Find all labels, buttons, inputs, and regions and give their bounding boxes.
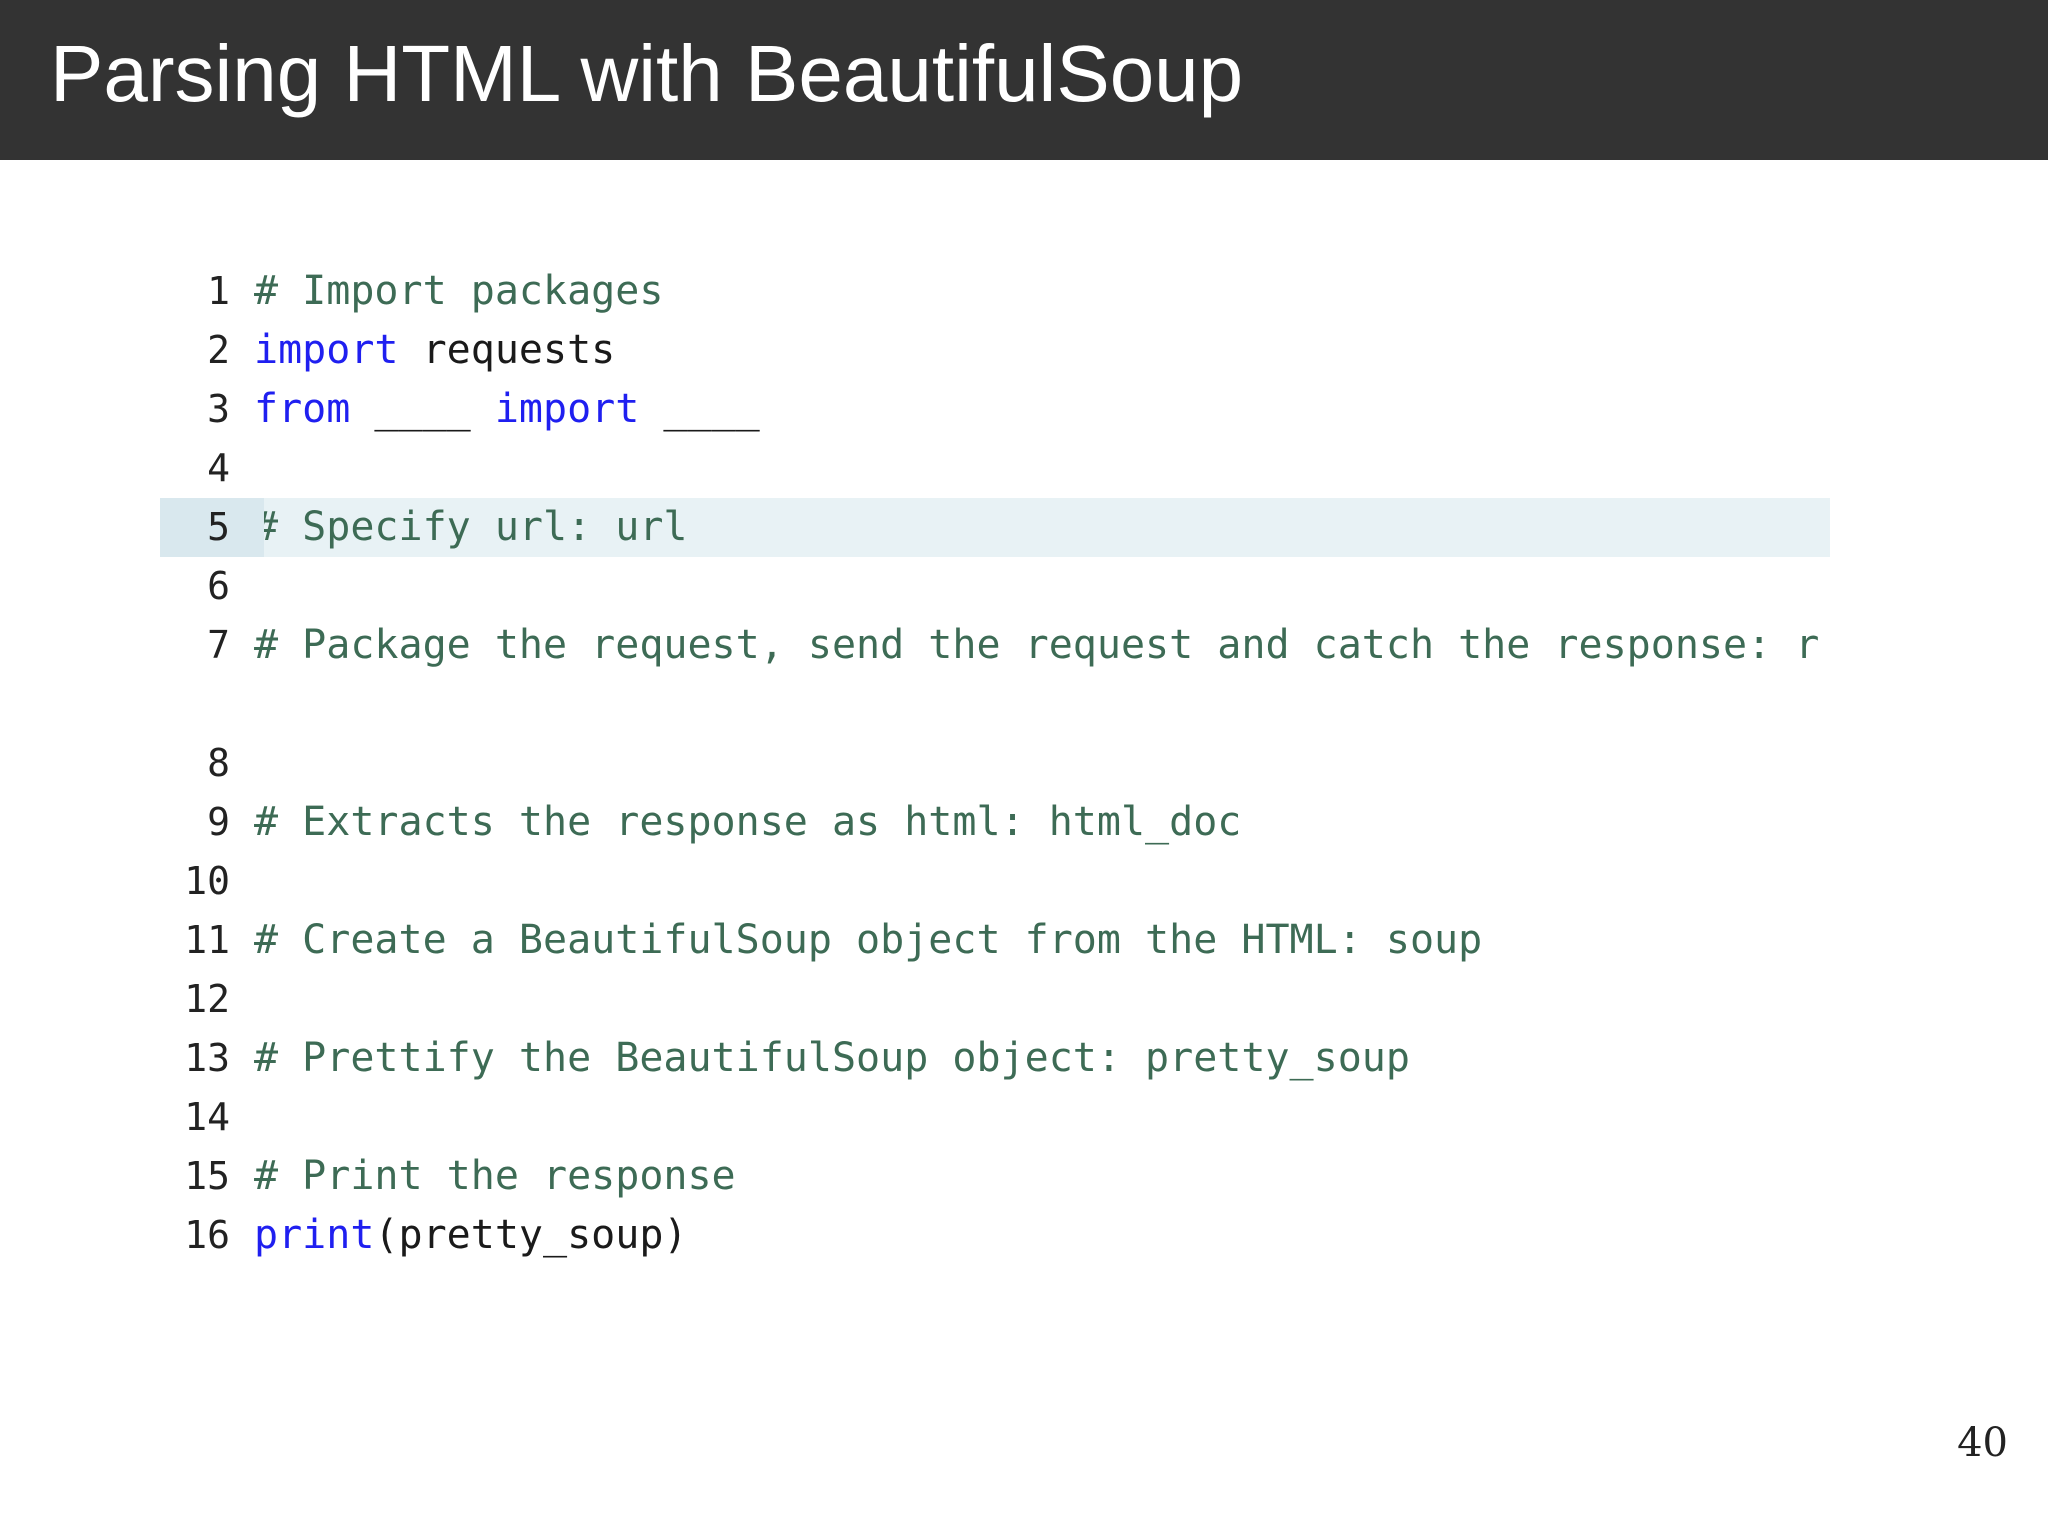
code-line[interactable]: 12 [160,970,1830,1029]
code-line[interactable]: 6 [160,557,1830,616]
code-text[interactable]: # Specify url: url [254,498,1824,557]
line-number: 3 [207,387,230,431]
code-line[interactable]: 1 # Import packages [160,262,1830,321]
code-text[interactable]: # Print the response [254,1147,1824,1206]
code-line[interactable]: 8 [160,734,1830,793]
line-number: 17 [184,1280,230,1292]
page-number: 40 [1957,1420,2008,1466]
code-line[interactable]: 16 print(pretty_soup) [160,1206,1830,1265]
code-line[interactable]: 15 # Print the response [160,1147,1830,1206]
code-token-plain: requests [398,327,616,373]
code-token-comment: # Specify url: url [254,504,688,550]
code-token-comment: # Extracts the response as html: html_do… [254,799,1242,845]
code-token-keyword: print [254,1212,375,1258]
code-token-comment: # Print the response [254,1153,736,1199]
line-number: 1 [207,269,230,313]
code-text[interactable]: from ____ import ____ [254,380,1824,439]
code-token-comment: # Package the request, send the request … [254,622,1820,668]
code-text[interactable]: print(pretty_soup) [254,1206,1824,1265]
line-number: 16 [184,1213,230,1257]
line-number: 14 [184,1095,230,1139]
code-line[interactable]: 14 [160,1088,1830,1147]
code-token-plain: (pretty_soup) [374,1212,688,1258]
code-token-keyword: from [254,386,351,432]
code-line[interactable]: 10 [160,852,1830,911]
line-number: 15 [184,1154,230,1198]
code-token-comment: # Import packages [254,268,664,314]
code-text[interactable]: # Prettify the BeautifulSoup object: pre… [254,1029,1824,1088]
line-number: 10 [184,859,230,903]
code-text[interactable]: # Extracts the response as html: html_do… [254,793,1824,852]
line-number: 2 [207,328,230,372]
line-number: 11 [184,918,230,962]
line-number: 5 [207,505,230,549]
code-token-comment: # Create a BeautifulSoup object from the… [254,917,1483,963]
slide-title: Parsing HTML with BeautifulSoup [50,29,1244,118]
code-text[interactable]: # Package the request, send the request … [254,616,1824,675]
code-text[interactable]: # Import packages [254,262,1824,321]
code-line[interactable]: 4 [160,439,1830,498]
code-line[interactable]: 13 # Prettify the BeautifulSoup object: p… [160,1029,1830,1088]
code-editor[interactable]: 1 # Import packages 2 import requests 3 from … [160,262,1830,1292]
cut-off-line: 17 [160,1280,254,1292]
code-line[interactable]: 3 from ____ import ____ [160,380,1830,439]
code-token-comment: # Prettify the BeautifulSoup object: pre… [254,1035,1410,1081]
code-token-keyword: import [254,327,399,373]
line-number: 13 [184,1036,230,1080]
slide-header: Parsing HTML with BeautifulSoup [0,0,2048,160]
line-number: 12 [184,977,230,1021]
line-number: 7 [207,623,230,667]
line-number: 4 [207,446,230,490]
code-line[interactable]: 11 # Create a BeautifulSoup object from t… [160,911,1830,970]
code-line[interactable]: 5 # Specify url: url [160,498,1830,557]
code-text[interactable]: # Create a BeautifulSoup object from the… [254,911,1824,970]
code-text[interactable]: import requests [254,321,1824,380]
line-number: 8 [207,741,230,785]
code-token-plain: ____ [639,386,760,432]
code-line[interactable]: 2 import requests [160,321,1830,380]
line-number: 6 [207,564,230,608]
code-line[interactable]: 9 # Extracts the response as html: html_d… [160,793,1830,852]
code-token-plain: ____ [350,386,495,432]
line-number: 9 [207,800,230,844]
code-token-keyword: import [494,386,640,432]
code-line[interactable]: 7 # Package the request, send the request… [160,616,1830,734]
